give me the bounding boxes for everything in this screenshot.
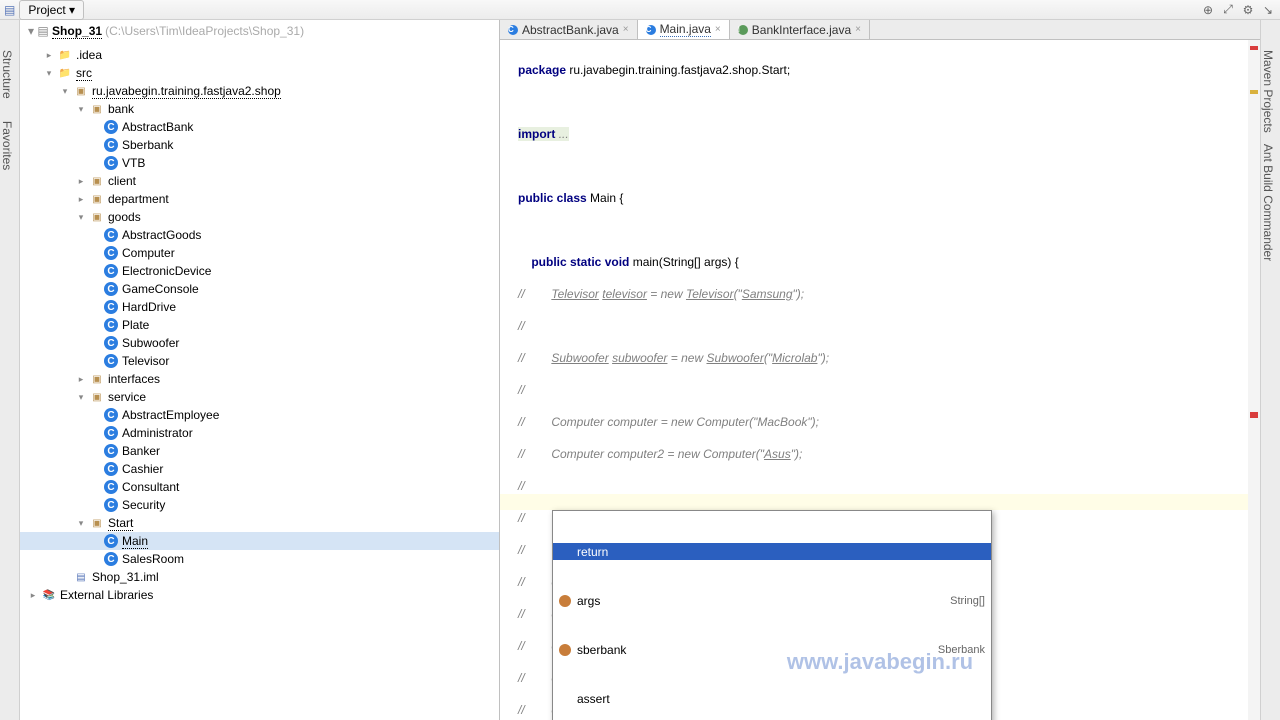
error-marker[interactable] (1250, 412, 1258, 418)
tree-class[interactable]: CAbstractEmployee (20, 406, 499, 424)
tree-class[interactable]: CSecurity (20, 496, 499, 514)
top-toolbar: ▤ Project ▾ ⊕ ⤢ ⚙ ↘ (0, 0, 1280, 20)
tree-package-root[interactable]: ▾▣ru.javabegin.training.fastjava2.shop (20, 82, 499, 100)
tree-class[interactable]: CConsultant (20, 478, 499, 496)
tree-class-main[interactable]: CMain (20, 532, 499, 550)
tree-package-client[interactable]: ▸▣client (20, 172, 499, 190)
warning-marker[interactable] (1250, 90, 1258, 94)
tree-file-iml[interactable]: ▤Shop_31.iml (20, 568, 499, 586)
toolbar-project-icon: ▤ (4, 3, 15, 17)
tree-external-libs[interactable]: ▸📚External Libraries (20, 586, 499, 604)
close-icon[interactable]: × (715, 24, 721, 35)
hide-icon[interactable]: ↘ (1260, 2, 1276, 18)
tree-folder-idea[interactable]: ▸📁.idea (20, 46, 499, 64)
left-tool-rail[interactable]: Structure Favorites (0, 20, 20, 720)
tree-package-service[interactable]: ▾▣service (20, 388, 499, 406)
project-tree: ▸📁.idea ▾📁src ▾▣ru.javabegin.training.fa… (20, 42, 499, 608)
completion-item-return[interactable]: return (553, 543, 991, 560)
tree-class[interactable]: CSubwoofer (20, 334, 499, 352)
tree-class[interactable]: CCashier (20, 460, 499, 478)
tab-main[interactable]: CMain.java× (638, 20, 730, 39)
locate-icon[interactable]: ⊕ (1200, 2, 1216, 18)
project-dropdown[interactable]: Project ▾ (19, 0, 84, 20)
error-marker[interactable] (1250, 46, 1258, 50)
completion-popup[interactable]: return argsString[] sberbankSberbank ass… (552, 510, 992, 720)
tree-class[interactable]: CSalesRoom (20, 550, 499, 568)
completion-item[interactable]: sberbankSberbank (553, 641, 991, 658)
tree-class[interactable]: CPlate (20, 316, 499, 334)
project-tree-panel: ▾ ▤ Shop_31 (C:\Users\Tim\IdeaProjects\S… (20, 20, 500, 720)
code-editor[interactable]: package ru.javabegin.training.fastjava2.… (500, 40, 1260, 720)
tree-package-department[interactable]: ▸▣department (20, 190, 499, 208)
gear-icon[interactable]: ⚙ (1240, 2, 1256, 18)
tree-class[interactable]: CAbstractGoods (20, 226, 499, 244)
tree-class[interactable]: CComputer (20, 244, 499, 262)
close-icon[interactable]: × (855, 24, 861, 35)
tree-class[interactable]: CTelevisor (20, 352, 499, 370)
tree-class[interactable]: CElectronicDevice (20, 262, 499, 280)
tree-package-start[interactable]: ▾▣Start (20, 514, 499, 532)
tree-class[interactable]: CBanker (20, 442, 499, 460)
right-tool-rail[interactable]: Maven Projects Ant Build Commander (1260, 20, 1280, 720)
close-icon[interactable]: × (623, 24, 629, 35)
tree-folder-src[interactable]: ▾📁src (20, 64, 499, 82)
tree-class[interactable]: CAbstractBank (20, 118, 499, 136)
tree-class[interactable]: CHardDrive (20, 298, 499, 316)
editor-tabs: CAbstractBank.java× CMain.java× IBankInt… (500, 20, 1260, 40)
collapse-icon[interactable]: ⤢ (1220, 2, 1236, 18)
tree-class[interactable]: CSberbank (20, 136, 499, 154)
tree-class[interactable]: CGameConsole (20, 280, 499, 298)
tree-class[interactable]: CVTB (20, 154, 499, 172)
completion-item[interactable]: argsString[] (553, 592, 991, 609)
tree-package-interfaces[interactable]: ▸▣interfaces (20, 370, 499, 388)
tab-abstractbank[interactable]: CAbstractBank.java× (500, 20, 638, 39)
tree-package-goods[interactable]: ▾▣goods (20, 208, 499, 226)
tab-bankinterface[interactable]: IBankInterface.java× (730, 20, 870, 39)
tree-class[interactable]: CAdministrator (20, 424, 499, 442)
editor-area: CAbstractBank.java× CMain.java× IBankInt… (500, 20, 1260, 720)
breadcrumb[interactable]: ▾ ▤ Shop_31 (C:\Users\Tim\IdeaProjects\S… (20, 20, 499, 42)
completion-item[interactable]: assert (553, 690, 991, 707)
tree-package-bank[interactable]: ▾▣bank (20, 100, 499, 118)
error-stripe[interactable] (1248, 40, 1260, 720)
